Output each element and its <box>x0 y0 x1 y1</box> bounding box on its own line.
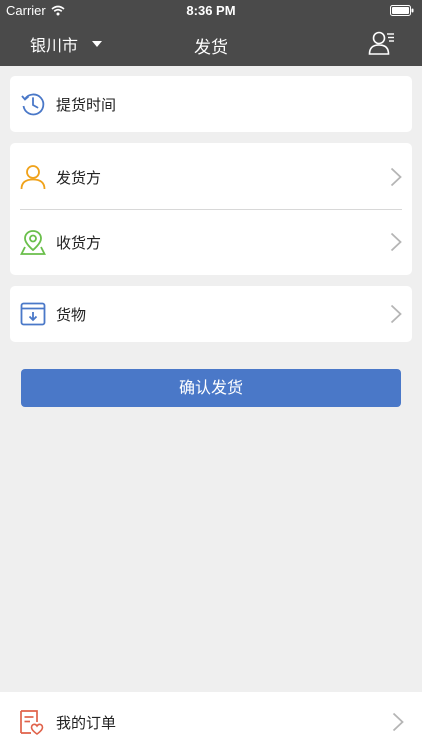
goods-label: 货物 <box>56 306 87 324</box>
status-bar: Carrier 8:36 PM <box>0 0 422 22</box>
battery-icon <box>390 5 414 16</box>
chevron-right-icon <box>390 304 402 324</box>
order-heart-icon <box>20 710 44 735</box>
status-time: 8:36 PM <box>186 3 236 18</box>
my-orders-label: 我的订单 <box>56 714 117 732</box>
sender-row[interactable]: 发货方 <box>10 149 412 205</box>
sender-label: 发货方 <box>56 169 102 187</box>
clock-history-icon <box>21 93 45 116</box>
goods-card: 货物 <box>10 286 412 342</box>
receiver-row[interactable]: 收货方 <box>10 214 412 270</box>
divider <box>20 209 402 210</box>
pickup-time-row[interactable]: 提货时间 <box>10 76 412 132</box>
box-download-icon <box>20 302 46 326</box>
pickup-time-card: 提货时间 <box>10 76 412 132</box>
nav-bar: 银川市 发货 <box>0 22 422 66</box>
parties-card: 发货方 收货方 <box>10 143 412 275</box>
page-title: 发货 <box>194 38 228 58</box>
confirm-shipment-button[interactable]: 确认发货 <box>21 369 401 407</box>
goods-row[interactable]: 货物 <box>10 286 412 342</box>
my-orders-bar[interactable]: 我的订单 <box>0 692 422 750</box>
chevron-right-icon <box>392 712 404 732</box>
user-profile-icon[interactable] <box>368 30 396 56</box>
pickup-time-label: 提货时间 <box>56 96 117 114</box>
person-icon <box>20 165 46 190</box>
receiver-label: 收货方 <box>56 234 102 252</box>
chevron-right-icon <box>390 167 402 187</box>
map-pin-icon <box>20 230 46 255</box>
chevron-right-icon <box>390 232 402 252</box>
